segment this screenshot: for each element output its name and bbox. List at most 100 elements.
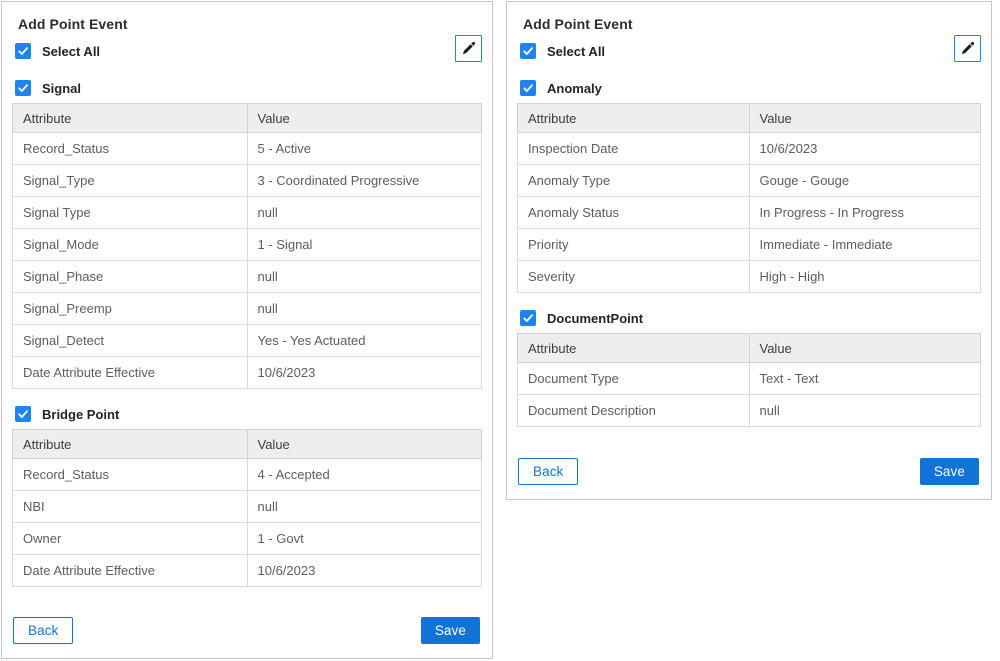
group-section: Anomaly AttributeValueInspection Date10/6… [517,80,981,293]
groups-container: AnomalyAttributeValueInspection Date10/6… [517,63,981,427]
group-checkbox[interactable] [520,310,536,326]
table-row: Signal_Preempnull [13,293,482,325]
table-header-row: AttributeValue [518,334,981,363]
value-cell: null [247,197,482,229]
table-row: Signal_DetectYes - Yes Actuated [13,325,482,357]
group-checkbox[interactable] [520,80,536,96]
table-row: Record_Status4 - Accepted [13,459,482,491]
attribute-cell: Signal_Detect [13,325,248,357]
attribute-cell: Signal_Mode [13,229,248,261]
check-icon [17,82,29,94]
select-all-row[interactable]: Select All [520,43,981,59]
table-row: Signal_Mode1 - Signal [13,229,482,261]
column-header: Attribute [13,104,248,133]
select-all-label: Select All [42,44,100,59]
value-cell: Text - Text [749,363,981,395]
check-icon [522,45,534,57]
group-checkbox[interactable] [15,80,31,96]
attribute-cell: Inspection Date [518,133,750,165]
table-row: Record_Status5 - Active [13,133,482,165]
footer-actions: Back Save [12,617,482,646]
table-row: Inspection Date10/6/2023 [518,133,981,165]
attribute-cell: Anomaly Status [518,197,750,229]
select-all-row[interactable]: Select All [15,43,482,59]
select-all-checkbox[interactable] [520,43,536,59]
footer-actions: Back Save [517,458,981,487]
column-header: Attribute [518,104,750,133]
eyedropper-button[interactable] [455,35,482,62]
attribute-cell: Document Description [518,395,750,427]
attribute-table: AttributeValueInspection Date10/6/2023An… [517,103,981,293]
value-cell: Yes - Yes Actuated [247,325,482,357]
group-checkbox-row[interactable]: DocumentPoint [520,310,981,326]
value-cell: null [749,395,981,427]
attribute-cell: Record_Status [13,459,248,491]
value-cell: Immediate - Immediate [749,229,981,261]
check-icon [522,312,534,324]
back-button[interactable]: Back [518,458,578,485]
table-row: Anomaly StatusIn Progress - In Progress [518,197,981,229]
column-header: Value [247,104,482,133]
screen: Add Point Event Select All Signal Attribu… [0,0,1000,661]
value-cell: 1 - Govt [247,523,482,555]
group-checkbox-row[interactable]: Bridge Point [15,406,482,422]
add-point-event-panel-left: Add Point Event Select All Signal Attribu… [1,1,493,659]
column-header: Attribute [518,334,750,363]
table-row: Date Attribute Effective10/6/2023 [13,555,482,587]
add-point-event-panel-right: Add Point Event Select All Anomaly Attrib… [506,1,992,500]
group-checkbox-row[interactable]: Signal [15,80,482,96]
group-checkbox[interactable] [15,406,31,422]
attribute-cell: Signal_Type [13,165,248,197]
attribute-cell: Signal_Phase [13,261,248,293]
value-cell: null [247,261,482,293]
group-label: Anomaly [547,81,602,96]
save-button[interactable]: Save [421,617,480,644]
group-label: Signal [42,81,81,96]
attribute-cell: Signal_Preemp [13,293,248,325]
back-button[interactable]: Back [13,617,73,644]
table-row: Document Descriptionnull [518,395,981,427]
column-header: Value [749,104,981,133]
value-cell: 5 - Active [247,133,482,165]
eyedropper-icon [959,40,976,57]
column-header: Attribute [13,430,248,459]
group-section: DocumentPoint AttributeValueDocument Type… [517,310,981,427]
table-row: NBInull [13,491,482,523]
table-row: Anomaly TypeGouge - Gouge [518,165,981,197]
value-cell: Gouge - Gouge [749,165,981,197]
value-cell: 1 - Signal [247,229,482,261]
group-checkbox-row[interactable]: Anomaly [520,80,981,96]
page-title: Add Point Event [18,16,482,32]
attribute-cell: Severity [518,261,750,293]
check-icon [17,408,29,420]
table-header-row: AttributeValue [13,104,482,133]
attribute-table: AttributeValueRecord_Status5 - ActiveSig… [12,103,482,389]
select-all-label: Select All [547,44,605,59]
select-all-checkbox[interactable] [15,43,31,59]
attribute-cell: NBI [13,491,248,523]
column-header: Value [749,334,981,363]
group-section: Signal AttributeValueRecord_Status5 - Act… [12,80,482,389]
attribute-cell: Record_Status [13,133,248,165]
check-icon [17,45,29,57]
value-cell: In Progress - In Progress [749,197,981,229]
value-cell: 10/6/2023 [247,357,482,389]
save-button[interactable]: Save [920,458,979,485]
table-row: PriorityImmediate - Immediate [518,229,981,261]
page-title: Add Point Event [523,16,981,32]
value-cell: High - High [749,261,981,293]
attribute-cell: Priority [518,229,750,261]
eyedropper-icon [460,40,477,57]
groups-container: SignalAttributeValueRecord_Status5 - Act… [12,63,482,587]
table-row: Signal_Type3 - Coordinated Progressive [13,165,482,197]
table-row: Owner1 - Govt [13,523,482,555]
group-label: Bridge Point [42,407,119,422]
attribute-cell: Signal Type [13,197,248,229]
attribute-cell: Date Attribute Effective [13,555,248,587]
attribute-table: AttributeValueRecord_Status4 - AcceptedN… [12,429,482,587]
table-header-row: AttributeValue [518,104,981,133]
value-cell: null [247,293,482,325]
attribute-table: AttributeValueDocument TypeText - TextDo… [517,333,981,427]
eyedropper-button[interactable] [954,35,981,62]
attribute-cell: Owner [13,523,248,555]
